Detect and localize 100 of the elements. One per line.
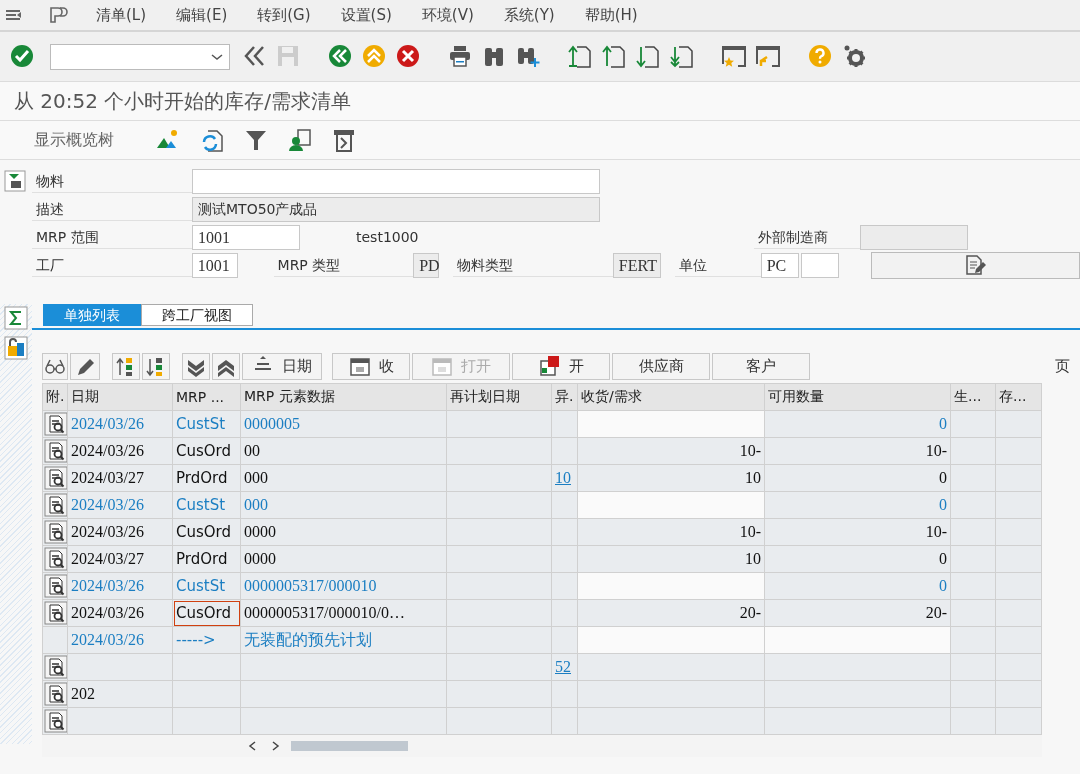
toolbar-button[interactable]: 收 xyxy=(332,352,410,380)
person-icon[interactable] xyxy=(288,128,312,152)
menu-item[interactable]: 帮助(H) xyxy=(584,5,638,25)
material-type-field[interactable]: FERT xyxy=(612,252,661,278)
toolbar-button[interactable]: 日期 xyxy=(242,352,322,380)
unit-text-field[interactable] xyxy=(800,252,839,278)
unit-field[interactable]: PC xyxy=(760,252,799,278)
first-page-icon[interactable] xyxy=(568,43,594,70)
document-search-icon[interactable] xyxy=(44,412,67,436)
document-search-icon[interactable] xyxy=(44,466,67,490)
cancel-icon[interactable] xyxy=(396,43,422,70)
settings-icon[interactable] xyxy=(842,43,868,70)
column-header[interactable]: 收货/需求 xyxy=(577,383,765,411)
toolbar-button[interactable]: 开 xyxy=(512,352,610,380)
document-search-icon[interactable] xyxy=(44,439,67,463)
table-cell: 0000005317/000010/0… xyxy=(240,599,447,627)
menu-item[interactable]: 转到(G) xyxy=(257,5,311,25)
document-search-icon[interactable] xyxy=(44,601,67,625)
field-label: 工厂 xyxy=(32,253,192,277)
previous-page-icon[interactable] xyxy=(602,43,628,70)
description-field[interactable]: 测试MTO50产成品 xyxy=(192,196,600,222)
next-page-icon[interactable] xyxy=(636,43,662,70)
table-cell: CustSt xyxy=(172,410,241,438)
document-search-icon[interactable] xyxy=(44,709,67,733)
expand-button[interactable] xyxy=(212,352,240,380)
scrollbar-thumb[interactable] xyxy=(291,741,408,751)
table-cell: 0 xyxy=(764,491,951,519)
table-cell: 2024/03/27 xyxy=(67,464,173,492)
mrp-area-field[interactable]: 1001 xyxy=(192,224,300,250)
document-search-icon[interactable] xyxy=(44,682,67,706)
table-cell: 10- xyxy=(764,518,951,546)
command-field[interactable] xyxy=(50,43,230,70)
column-header[interactable]: 异. xyxy=(551,383,578,411)
column-header[interactable]: 生... xyxy=(950,383,996,411)
last-page-icon[interactable] xyxy=(670,43,696,70)
table-cell: 0 xyxy=(764,572,951,600)
menu-item[interactable]: 清单(L) xyxy=(96,5,147,25)
page-arrow-icon[interactable] xyxy=(332,128,356,152)
sigma-icon[interactable] xyxy=(4,306,28,330)
plant-field[interactable]: 1001 xyxy=(191,252,238,278)
column-header[interactable]: 可用数量 xyxy=(764,383,951,411)
edit-icon xyxy=(964,254,987,276)
mrp-area-text: test1000 xyxy=(356,229,420,245)
table-cell: 10 xyxy=(577,464,765,492)
field-label: 单位 xyxy=(674,253,761,277)
table-cell: 10- xyxy=(577,518,765,546)
column-header[interactable]: 再计划日期 xyxy=(446,383,552,411)
menu-item[interactable]: 设置(S) xyxy=(340,5,392,25)
window-arrow-icon[interactable] xyxy=(756,43,782,70)
table-cell: 202 xyxy=(67,680,173,708)
tab[interactable]: 跨工厂视图 xyxy=(141,304,253,326)
table-cell: CustSt xyxy=(172,572,241,600)
collapse-button[interactable] xyxy=(182,352,210,380)
sort-ascending-button[interactable] xyxy=(112,352,140,380)
table-cell: 2024/03/26 xyxy=(67,437,173,465)
document-search-icon[interactable] xyxy=(44,655,67,679)
menu-item[interactable]: 编辑(E) xyxy=(176,5,228,25)
column-header[interactable]: 存... xyxy=(995,383,1042,411)
table-cell: 10- xyxy=(764,437,951,465)
table-cell: 2024/03/26 xyxy=(67,626,173,654)
column-header[interactable]: MRP ... xyxy=(172,383,241,411)
table-cell: 0000005 xyxy=(240,410,447,438)
table-cell: -----> xyxy=(172,626,241,654)
back-icon[interactable] xyxy=(328,43,354,70)
calendar-icon xyxy=(348,355,371,377)
edit-button[interactable] xyxy=(870,251,1080,279)
toolbar-button[interactable]: 供应商 xyxy=(612,352,710,380)
tree-toggle-icon[interactable] xyxy=(4,170,26,192)
refresh-icon[interactable] xyxy=(200,128,224,152)
table-cell: 2024/03/26 xyxy=(67,518,173,546)
column-header[interactable]: 附. xyxy=(42,383,68,411)
edit-button[interactable] xyxy=(70,352,100,380)
enter-icon[interactable] xyxy=(10,43,36,70)
table-cell: 2024/03/26 xyxy=(67,410,173,438)
table-cell: 0000 xyxy=(240,518,447,546)
mrp-type-field[interactable]: PD xyxy=(413,252,440,278)
table-cell: 00 xyxy=(240,437,447,465)
tab[interactable]: 单独列表 xyxy=(43,304,141,326)
table-cell: 0 xyxy=(764,410,951,438)
document-search-icon[interactable] xyxy=(44,574,67,598)
overview-tree-button[interactable]: 显示概览树 xyxy=(34,129,114,151)
menu-item[interactable]: 环境(V) xyxy=(421,5,474,25)
menu-item[interactable]: 系统(Y) xyxy=(503,5,555,25)
filter-icon[interactable] xyxy=(244,128,268,152)
table-cell: 2024/03/26 xyxy=(67,491,173,519)
table-cell: CustSt xyxy=(172,491,241,519)
manufacturer-field[interactable] xyxy=(860,224,968,250)
sort-descending-button[interactable] xyxy=(142,352,170,380)
lock-icon[interactable] xyxy=(4,336,28,360)
table-cell: 2024/03/26 xyxy=(67,572,173,600)
document-search-icon[interactable] xyxy=(44,520,67,544)
window-star-icon[interactable] xyxy=(722,43,748,70)
document-search-icon[interactable] xyxy=(44,493,67,517)
toolbar-button[interactable]: 客户 xyxy=(712,352,810,380)
column-header[interactable]: 日期 xyxy=(67,383,173,411)
column-header[interactable]: MRP 元素数据 xyxy=(240,383,447,411)
table-cell: CusOrd xyxy=(172,518,241,546)
document-search-icon[interactable] xyxy=(44,547,67,571)
material-field[interactable] xyxy=(192,168,600,194)
glasses-button[interactable] xyxy=(42,352,68,380)
